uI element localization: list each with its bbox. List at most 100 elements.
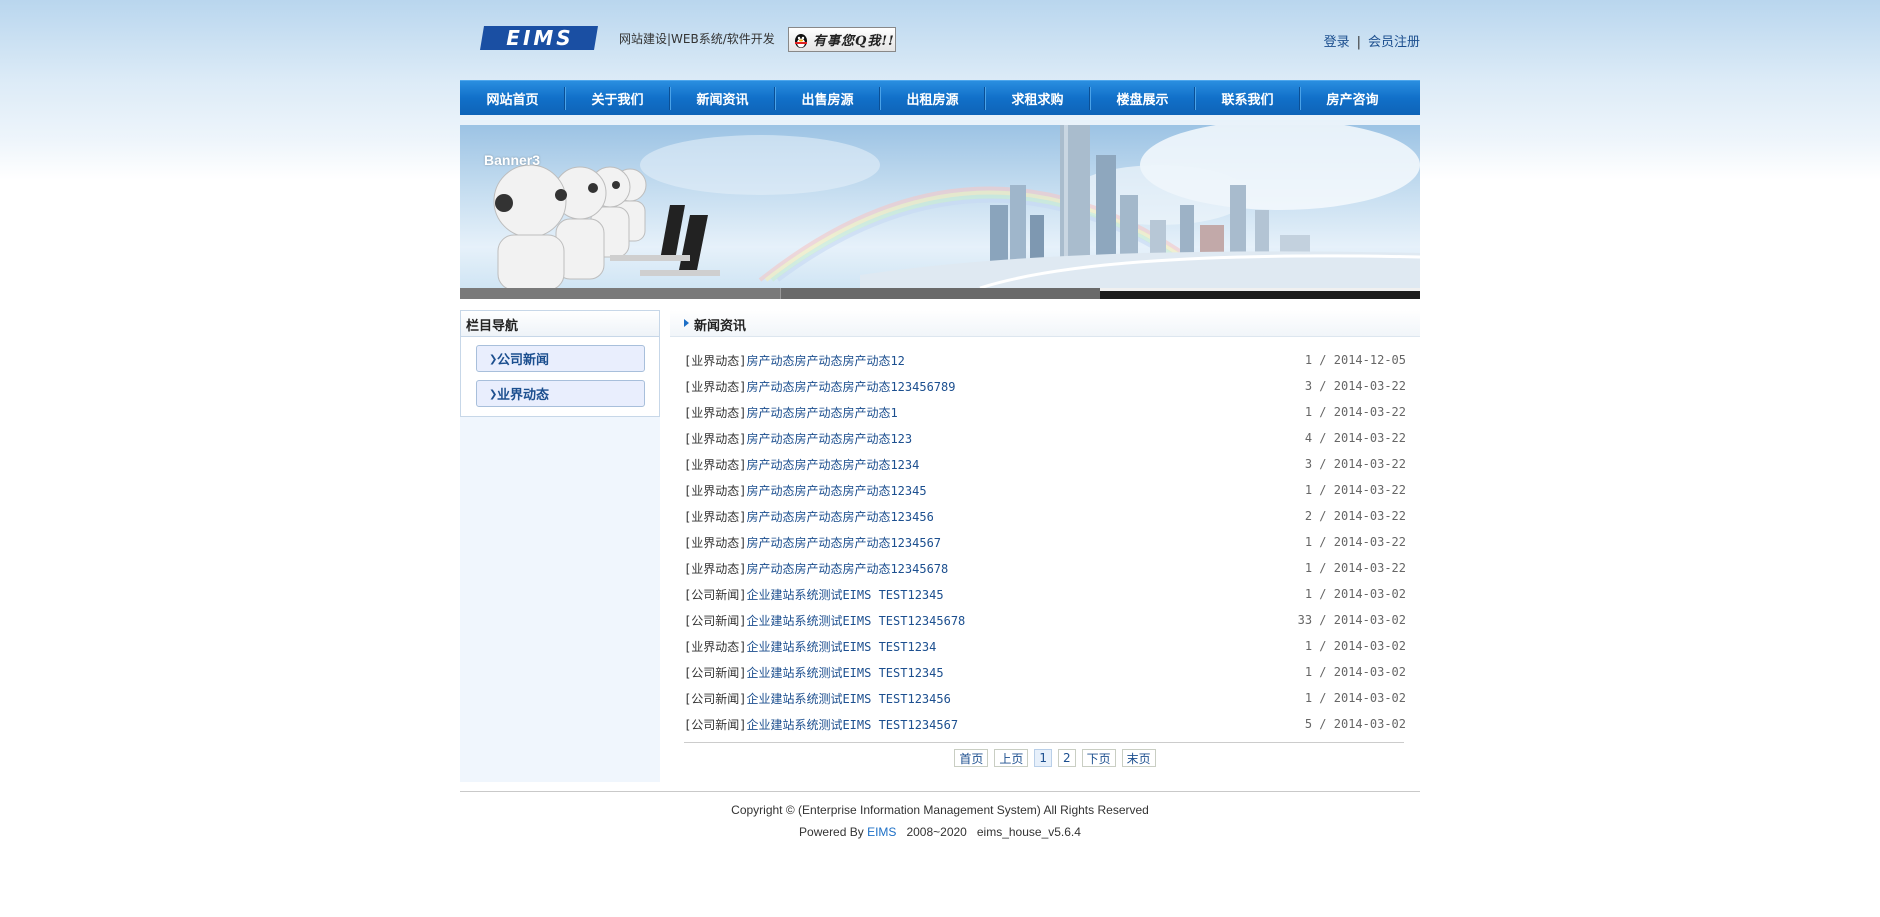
list-item: [公司新闻] 企业建站系统测试EIMS TEST12345678 33 / 2014… [684, 607, 1406, 633]
footer-years: 2008~2020 [906, 825, 967, 839]
item-category: [业界动态] [684, 483, 747, 498]
item-title-link[interactable]: 企业建站系统测试EIMS TEST12345 [746, 664, 943, 681]
pager-prev[interactable]: 上页 [994, 749, 1029, 767]
pager-page-1[interactable]: 1 [1034, 749, 1052, 767]
nav-item-buildings[interactable]: 楼盘展示 [1090, 81, 1195, 116]
item-category: [公司新闻] [684, 691, 747, 706]
item-meta: 1 / 2014-03-02 [1304, 665, 1406, 679]
list-divider [684, 742, 1404, 743]
item-meta: 1 / 2014-03-02 [1304, 691, 1406, 705]
register-link[interactable]: 会员注册 [1368, 35, 1420, 50]
login-link[interactable]: 登录 [1324, 35, 1350, 50]
list-item: [公司新闻] 企业建站系统测试EIMS TEST12345 1 / 2014-03-… [684, 581, 1406, 607]
item-meta: 33 / 2014-03-02 [1297, 613, 1406, 627]
item-category: [公司新闻] [684, 665, 747, 680]
item-meta: 3 / 2014-03-22 [1304, 457, 1406, 471]
footer-copyright: Copyright © (Enterprise Information Mana… [731, 803, 1149, 817]
powered-by-label: Powered By [799, 825, 864, 839]
sidebar: 栏目导航 ❯ 公司新闻 ❯ 业界动态 [460, 310, 660, 782]
powered-by-brand-link[interactable]: EIMS [867, 825, 896, 839]
qq-contact-button[interactable]: 有事您Q我!! [788, 27, 896, 52]
nav-item-rent[interactable]: 出租房源 [880, 81, 985, 116]
nav-item-consult[interactable]: 房产咨询 [1300, 81, 1405, 116]
list-item: [业界动态] 房产动态房产动态房产动态123 4 / 2014-03-22 [684, 425, 1406, 451]
item-title-link[interactable]: 房产动态房产动态房产动态12345 [746, 482, 926, 499]
pager-next[interactable]: 下页 [1081, 749, 1116, 767]
nav-item-wanted[interactable]: 求租求购 [985, 81, 1090, 116]
sidebar-item-company-news[interactable]: ❯ 公司新闻 [476, 345, 645, 372]
list-item: [业界动态] 房产动态房产动态房产动态1234567 1 / 2014-03-22 [684, 529, 1406, 555]
section-title-text: 新闻资讯 [694, 319, 747, 334]
item-meta: 1 / 2014-03-22 [1304, 535, 1406, 549]
main-content: 新闻资讯 [业界动态] 房产动态房产动态房产动态12 1 / 2014-12-05 … [670, 310, 1420, 767]
item-meta: 1 / 2014-03-22 [1304, 405, 1406, 419]
item-meta: 3 / 2014-03-22 [1304, 379, 1406, 393]
banner-slide-indicator [460, 288, 1420, 299]
nav-item-news[interactable]: 新闻资讯 [670, 81, 775, 116]
nav-item-sale[interactable]: 出售房源 [775, 81, 880, 116]
item-title-link[interactable]: 企业建站系统测试EIMS TEST12345 [746, 586, 943, 603]
site-slogan: 网站建设|WEB系统/软件开发 [619, 32, 775, 46]
list-item: [业界动态] 房产动态房产动态房产动态1234 3 / 2014-03-22 [684, 451, 1406, 477]
banner-slide-1[interactable] [460, 288, 780, 299]
list-item: [公司新闻] 企业建站系统测试EIMS TEST1234567 5 / 2014-0… [684, 711, 1406, 737]
item-title-link[interactable]: 房产动态房产动态房产动态1234 [746, 456, 919, 473]
top-links-separator: | [1356, 35, 1361, 50]
item-title-link[interactable]: 企业建站系统测试EIMS TEST123456 [746, 690, 950, 707]
footer-divider [460, 791, 1420, 792]
footer-powered: Powered By EIMS 2008~2020 eims_house_v5.… [460, 825, 1420, 839]
item-title-link[interactable]: 企业建站系统测试EIMS TEST12345678 [746, 612, 965, 629]
list-item: [业界动态] 房产动态房产动态房产动态123456 2 / 2014-03-22 [684, 503, 1406, 529]
nav-item-about[interactable]: 关于我们 [565, 81, 670, 116]
item-title-link[interactable]: 房产动态房产动态房产动态123 [746, 430, 912, 447]
item-title-link[interactable]: 企业建站系统测试EIMS TEST1234 [746, 638, 936, 655]
nav-item-contact[interactable]: 联系我们 [1195, 81, 1300, 116]
item-title-link[interactable]: 房产动态房产动态房产动态12345678 [746, 560, 948, 577]
page: EIMS 网站建设|WEB系统/软件开发 有事您Q我!! 登录 | 会员注册 网站首… [460, 0, 1420, 917]
item-category: [业界动态] [684, 639, 747, 654]
chevron-right-icon: ❯ [489, 389, 498, 400]
sidebar-title: 栏目导航 [461, 311, 659, 337]
sidebar-item-label: 公司新闻 [497, 353, 550, 368]
chevron-right-icon: ❯ [489, 354, 498, 365]
section-title: 新闻资讯 [670, 310, 1420, 337]
banner-image [493, 125, 1420, 288]
item-title-link[interactable]: 房产动态房产动态房产动态1234567 [746, 534, 941, 551]
item-category: [公司新闻] [684, 717, 747, 732]
item-meta: 2 / 2014-03-22 [1304, 509, 1406, 523]
item-meta: 4 / 2014-03-22 [1304, 431, 1406, 445]
item-meta: 1 / 2014-12-05 [1304, 353, 1406, 367]
pager-page-2[interactable]: 2 [1058, 749, 1076, 767]
item-category: [业界动态] [684, 353, 747, 368]
banner-slide-3[interactable] [1100, 288, 1420, 299]
list-item: [业界动态] 房产动态房产动态房产动态1 1 / 2014-03-22 [684, 399, 1406, 425]
logo-text: EIMS [506, 26, 573, 50]
pager-last[interactable]: 末页 [1121, 749, 1156, 767]
item-title-link[interactable]: 房产动态房产动态房产动态123456789 [746, 378, 955, 395]
list-item: [公司新闻] 企业建站系统测试EIMS TEST12345 1 / 2014-03-… [684, 659, 1406, 685]
pagination: 首页 上页 1 2 下页 末页 [670, 749, 1420, 767]
item-category: [业界动态] [684, 509, 747, 524]
eims-logo[interactable]: EIMS [480, 23, 600, 53]
item-meta: 1 / 2014-03-02 [1304, 587, 1406, 601]
footer-version: eims_house_v5.6.4 [976, 825, 1081, 839]
nav-item-home[interactable]: 网站首页 [460, 81, 565, 116]
item-title-link[interactable]: 房产动态房产动态房产动态12 [746, 352, 904, 369]
item-category: [公司新闻] [684, 613, 747, 628]
list-item: [业界动态] 房产动态房产动态房产动态123456789 3 / 2014-03-2… [684, 373, 1406, 399]
triangle-right-icon [684, 319, 689, 327]
item-category: [业界动态] [684, 561, 747, 576]
banner[interactable]: Banner3 [460, 125, 1420, 288]
item-meta: 1 / 2014-03-02 [1304, 639, 1406, 653]
item-meta: 1 / 2014-03-22 [1304, 483, 1406, 497]
sidebar-item-industry-news[interactable]: ❯ 业界动态 [476, 380, 645, 407]
news-list: [业界动态] 房产动态房产动态房产动态12 1 / 2014-12-05 [业界动态… [684, 347, 1406, 737]
item-title-link[interactable]: 企业建站系统测试EIMS TEST1234567 [746, 716, 958, 733]
item-category: [业界动态] [684, 379, 747, 394]
sidebar-item-label: 业界动态 [497, 388, 550, 403]
pager-first[interactable]: 首页 [954, 749, 989, 767]
item-title-link[interactable]: 房产动态房产动态房产动态1 [746, 404, 897, 421]
item-title-link[interactable]: 房产动态房产动态房产动态123456 [746, 508, 933, 525]
banner-slide-2[interactable] [780, 288, 1100, 299]
list-item: [业界动态] 房产动态房产动态房产动态12 1 / 2014-12-05 [684, 347, 1406, 373]
